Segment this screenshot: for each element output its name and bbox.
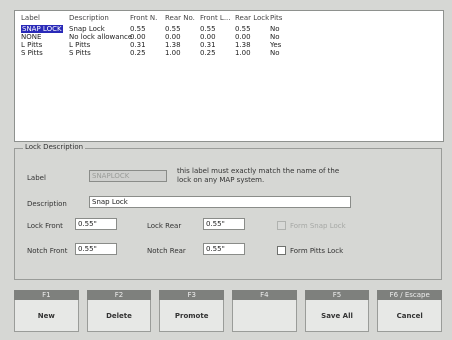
column-header-pits[interactable]: Pits [270, 14, 310, 22]
cell-front-lock: 0.31 [200, 41, 216, 49]
cell-rear-notch: 1.38 [165, 41, 181, 49]
cell-label: S Pitts [21, 49, 69, 57]
cell-rear-lock: 1.00 [235, 49, 251, 57]
cell-rear-notch: 0.00 [165, 33, 181, 41]
fkey-f5[interactable]: F5 Save All [304, 290, 370, 332]
cell-front-lock: 0.55 [200, 25, 216, 33]
cell-front-notch: 0.25 [130, 49, 146, 57]
cell-rear-notch: 1.00 [165, 49, 181, 57]
cell-rear-lock: 1.38 [235, 41, 251, 49]
column-header-label[interactable]: Label [21, 14, 69, 22]
cell-label-text: NONE [21, 33, 42, 41]
checkbox-box[interactable] [277, 246, 286, 255]
lock-list[interactable]: Label Description Front N. Rear No. Fron… [14, 10, 444, 142]
form-snap-lock-checkbox: Form Snap Lock [277, 221, 346, 230]
cell-rear-notch: 0.55 [165, 25, 181, 33]
cell-label: L Pitts [21, 41, 69, 49]
table-row[interactable]: S Pitts S Pitts 0.25 1.00 0.25 1.00 No [15, 49, 443, 57]
cell-label-text: S Pitts [21, 49, 43, 57]
cell-pits: Yes [270, 41, 282, 49]
description-caption: Description [27, 200, 67, 208]
form-pitts-lock-checkbox[interactable]: Form Pitts Lock [277, 246, 343, 255]
fkey-tag: F5 [304, 290, 370, 300]
lock-description-group: Lock Description Label SNAPLOCK this lab… [14, 143, 442, 280]
fkey-tag: F2 [86, 290, 152, 300]
cell-pits: No [270, 33, 280, 41]
form-snap-lock-label: Form Snap Lock [290, 221, 346, 230]
checkbox-box [277, 221, 286, 230]
fkey-f2[interactable]: F2 Delete [86, 290, 152, 332]
cell-label: NONE [21, 33, 69, 41]
table-row[interactable]: SNAP LOCK Snap Lock 0.55 0.55 0.55 0.55 … [15, 25, 443, 33]
delete-button[interactable]: Delete [86, 300, 152, 332]
notch-front-caption: Notch Front [27, 247, 68, 255]
notch-rear-caption: Notch Rear [147, 247, 186, 255]
notch-rear-input[interactable]: 0.55" [203, 243, 245, 255]
cell-label-text: L Pitts [21, 41, 43, 49]
lock-rear-input[interactable]: 0.55" [203, 218, 245, 230]
column-header-front-lock[interactable]: Front L... [200, 14, 235, 22]
column-header-description[interactable]: Description [69, 14, 130, 22]
save-all-button[interactable]: Save All [304, 300, 370, 332]
cell-rear-lock: 0.55 [235, 25, 251, 33]
cell-description: L Pitts [69, 41, 91, 49]
form-pitts-lock-label: Form Pitts Lock [290, 246, 344, 255]
cell-front-lock: 0.25 [200, 49, 216, 57]
lock-front-input[interactable]: 0.55" [75, 218, 117, 230]
fkey-tag: F6 / Escape [377, 290, 443, 300]
fkey-tag: F1 [14, 290, 79, 300]
cell-pits: No [270, 25, 280, 33]
column-header-rear-notch[interactable]: Rear No. [165, 14, 200, 22]
cell-front-notch: 0.31 [130, 41, 146, 49]
cell-front-notch: 0.00 [130, 33, 146, 41]
table-body: SNAP LOCK Snap Lock 0.55 0.55 0.55 0.55 … [15, 25, 443, 57]
promote-button[interactable]: Promote [159, 300, 225, 332]
lock-front-caption: Lock Front [27, 222, 63, 230]
label-note: this label must exactly match the name o… [177, 167, 340, 184]
cell-front-notch: 0.55 [130, 25, 146, 33]
label-field: SNAPLOCK [89, 170, 167, 182]
cell-label: SNAP LOCK [21, 25, 69, 33]
cell-label-text: SNAP LOCK [21, 25, 63, 33]
cell-rear-lock: 0.00 [235, 33, 251, 41]
cell-description: S Pitts [69, 49, 91, 57]
description-input[interactable]: Snap Lock [89, 196, 351, 208]
table-header: Label Description Front N. Rear No. Fron… [15, 11, 443, 25]
cell-description: Snap Lock [69, 25, 105, 33]
fkey-tag: F4 [232, 290, 297, 300]
fkey-f4[interactable]: F4 [232, 290, 297, 332]
table-row[interactable]: L Pitts L Pitts 0.31 1.38 0.31 1.38 Yes [15, 41, 443, 49]
f4-button[interactable] [232, 300, 297, 332]
cell-front-lock: 0.00 [200, 33, 216, 41]
group-title: Lock Description [23, 143, 86, 151]
cancel-button[interactable]: Cancel [377, 300, 443, 332]
new-button[interactable]: New [14, 300, 79, 332]
function-key-bar: F1 New F2 Delete F3 Promote F4 F5 Save A… [14, 290, 443, 332]
column-header-rear-lock[interactable]: Rear Lock [235, 14, 270, 22]
lock-rear-caption: Lock Rear [147, 222, 182, 230]
lock-editor-screen: Label Description Front N. Rear No. Fron… [0, 0, 452, 340]
fkey-f6[interactable]: F6 / Escape Cancel [377, 290, 443, 332]
table-row[interactable]: NONE No lock allowance 0.00 0.00 0.00 0.… [15, 33, 443, 41]
fkey-f3[interactable]: F3 Promote [159, 290, 225, 332]
column-header-front-notch[interactable]: Front N. [130, 14, 165, 22]
label-caption: Label [27, 174, 46, 182]
cell-pits: No [270, 49, 280, 57]
cell-description: No lock allowance [69, 33, 133, 41]
notch-front-input[interactable]: 0.55" [75, 243, 117, 255]
fkey-f1[interactable]: F1 New [14, 290, 79, 332]
fkey-tag: F3 [159, 290, 225, 300]
